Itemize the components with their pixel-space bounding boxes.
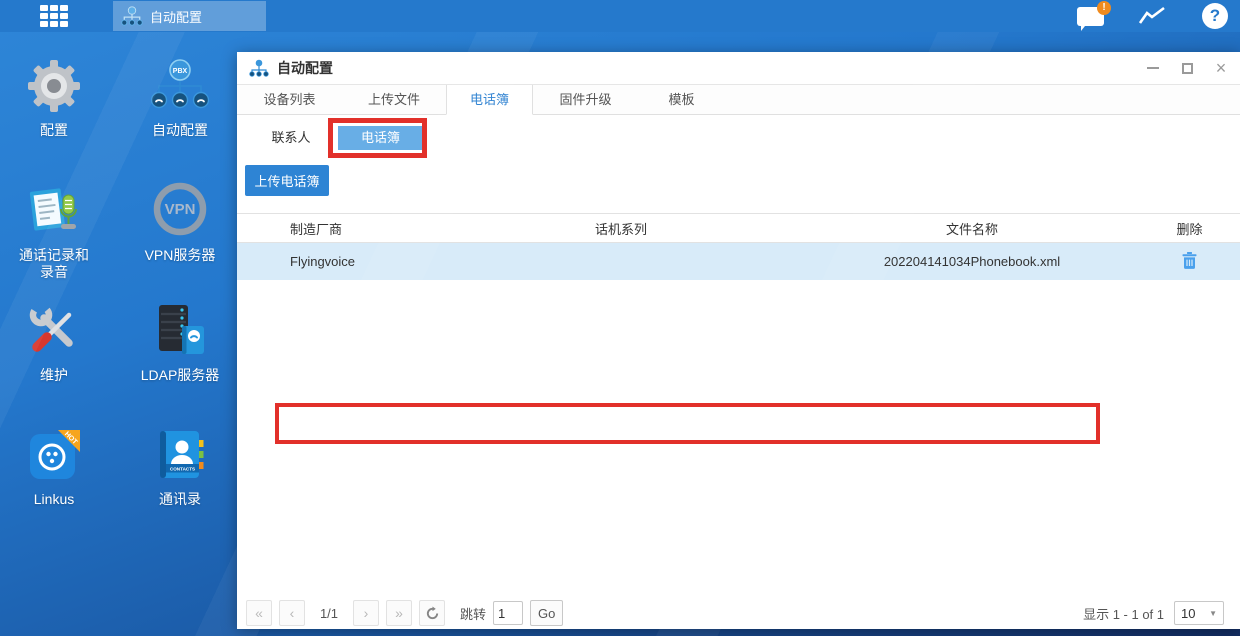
window-title: 自动配置 [277, 60, 333, 76]
header-delete: 删除 [1176, 221, 1203, 237]
taskbar-item-auto-provisioning[interactable]: 自动配置 [113, 1, 266, 31]
header-file-name: 文件名称 [945, 221, 998, 237]
tab-phonebook[interactable]: 电话簿 [446, 85, 533, 115]
desktop-screen: 自动配置 ! ? 配置 PBX 自动配置 通话记录和录音 VPN VPN服务器 … [0, 0, 1240, 636]
svg-text:CONTACTS: CONTACTS [170, 467, 195, 472]
tab-firmware-upgrade[interactable]: 固件升级 [533, 85, 638, 114]
app-label: 维护 [40, 367, 68, 383]
app-label: Linkus [33, 491, 75, 507]
page-size-select[interactable]: 10 ▼ [1174, 601, 1224, 625]
window-titlebar: 自动配置 × [237, 52, 1240, 85]
app-vpn-server[interactable]: VPN VPN服务器 [120, 180, 240, 264]
maximize-icon[interactable] [1180, 61, 1194, 75]
jump-label: 跳转 [460, 606, 487, 622]
phonebook-table: 制造厂商 话机系列 文件名称 删除 Flyingvoice 2022041410… [237, 213, 1240, 444]
tab-device-list[interactable]: 设备列表 [237, 85, 342, 114]
notifications-icon[interactable]: ! [1077, 0, 1111, 31]
subtab-contacts[interactable]: 联系人 [247, 127, 335, 149]
minimize-icon[interactable] [1146, 61, 1160, 75]
trash-icon [1182, 251, 1197, 269]
app-label: VPN服务器 [144, 247, 216, 263]
delete-button[interactable] [1176, 250, 1203, 274]
prev-page-button[interactable]: ‹ [279, 600, 305, 626]
app-ldap-server[interactable]: LDAP服务器 [120, 300, 240, 384]
cell-file-name: 202204141034Phonebook.xml [883, 254, 1061, 269]
chevron-down-icon: ▼ [1209, 608, 1217, 618]
app-label: 配置 [40, 122, 68, 138]
annotation-rect-row [275, 403, 1100, 444]
table-row[interactable]: Flyingvoice 202204141034Phonebook.xml [237, 243, 1240, 280]
auto-provisioning-window: 自动配置 × 设备列表 上传文件 电话簿 固件升级 模板 联系人 电话簿 上传电… [237, 52, 1240, 629]
desktop-apps: 配置 PBX 自动配置 通话记录和录音 VPN VPN服务器 维护 LDAP服务… [0, 32, 237, 636]
app-label: 通话记录和录音 [19, 247, 89, 280]
notification-badge: ! [1097, 0, 1111, 15]
refresh-button[interactable] [419, 600, 445, 626]
linkus-icon: HOT [30, 430, 80, 479]
tab-template[interactable]: 模板 [638, 85, 725, 114]
topbar: 自动配置 ! ? [0, 0, 1240, 32]
app-linkus[interactable]: HOT Linkus [0, 424, 114, 508]
table-header: 制造厂商 话机系列 文件名称 删除 [237, 213, 1240, 243]
refresh-icon [426, 605, 438, 619]
app-call-logs-recording[interactable]: 通话记录和录音 [0, 180, 114, 281]
app-maintenance[interactable]: 维护 [0, 300, 114, 384]
go-button[interactable]: Go [530, 600, 564, 626]
pbx-tree-icon: PBX [151, 59, 209, 109]
last-page-button[interactable]: » [386, 600, 412, 626]
app-auto-provisioning[interactable]: PBX 自动配置 [120, 55, 240, 139]
jump-page-input[interactable] [493, 601, 524, 625]
tools-icon [29, 303, 73, 352]
gear-icon [28, 60, 80, 112]
pagination-bar: « ‹ 1/1 › » 跳转 Go 显示 1 - 1 of 1 10 [237, 599, 1240, 627]
call-log-icon [29, 188, 77, 231]
main-tabbar: 设备列表 上传文件 电话簿 固件升级 模板 [237, 85, 1240, 115]
subtab-phonebook[interactable]: 电话簿 [338, 126, 423, 150]
app-label: LDAP服务器 [140, 367, 220, 383]
header-manufacturer: 制造厂商 [290, 221, 343, 237]
resource-monitor-icon[interactable] [1138, 6, 1166, 26]
pbx-tree-icon [121, 6, 143, 26]
svg-text:PBX: PBX [173, 68, 188, 75]
ldap-server-icon [159, 305, 204, 354]
vpn-icon: VPN [153, 182, 207, 236]
app-grid-icon[interactable] [40, 5, 70, 27]
results-summary: 显示 1 - 1 of 1 [1083, 606, 1164, 622]
tab-upload-file[interactable]: 上传文件 [342, 85, 446, 114]
app-label: 自动配置 [152, 122, 208, 138]
help-icon[interactable]: ? [1202, 3, 1228, 29]
app-label: 通讯录 [159, 491, 201, 507]
app-contacts[interactable]: CONTACTS 通讯录 [120, 424, 240, 508]
upload-phonebook-button[interactable]: 上传电话簿 [245, 165, 329, 196]
header-phone-series: 话机系列 [594, 221, 647, 237]
page-size-value: 10 [1181, 605, 1196, 621]
cell-manufacturer: Flyingvoice [290, 254, 356, 269]
first-page-button[interactable]: « [246, 600, 272, 626]
page-indicator: 1/1 [319, 605, 339, 621]
taskbar-item-label: 自动配置 [150, 9, 203, 25]
pbx-tree-icon [249, 59, 269, 77]
app-settings[interactable]: 配置 [0, 55, 114, 139]
contacts-icon: CONTACTS [160, 431, 204, 478]
close-icon[interactable]: × [1214, 59, 1228, 77]
next-page-button[interactable]: › [353, 600, 379, 626]
svg-text:VPN: VPN [165, 201, 196, 218]
